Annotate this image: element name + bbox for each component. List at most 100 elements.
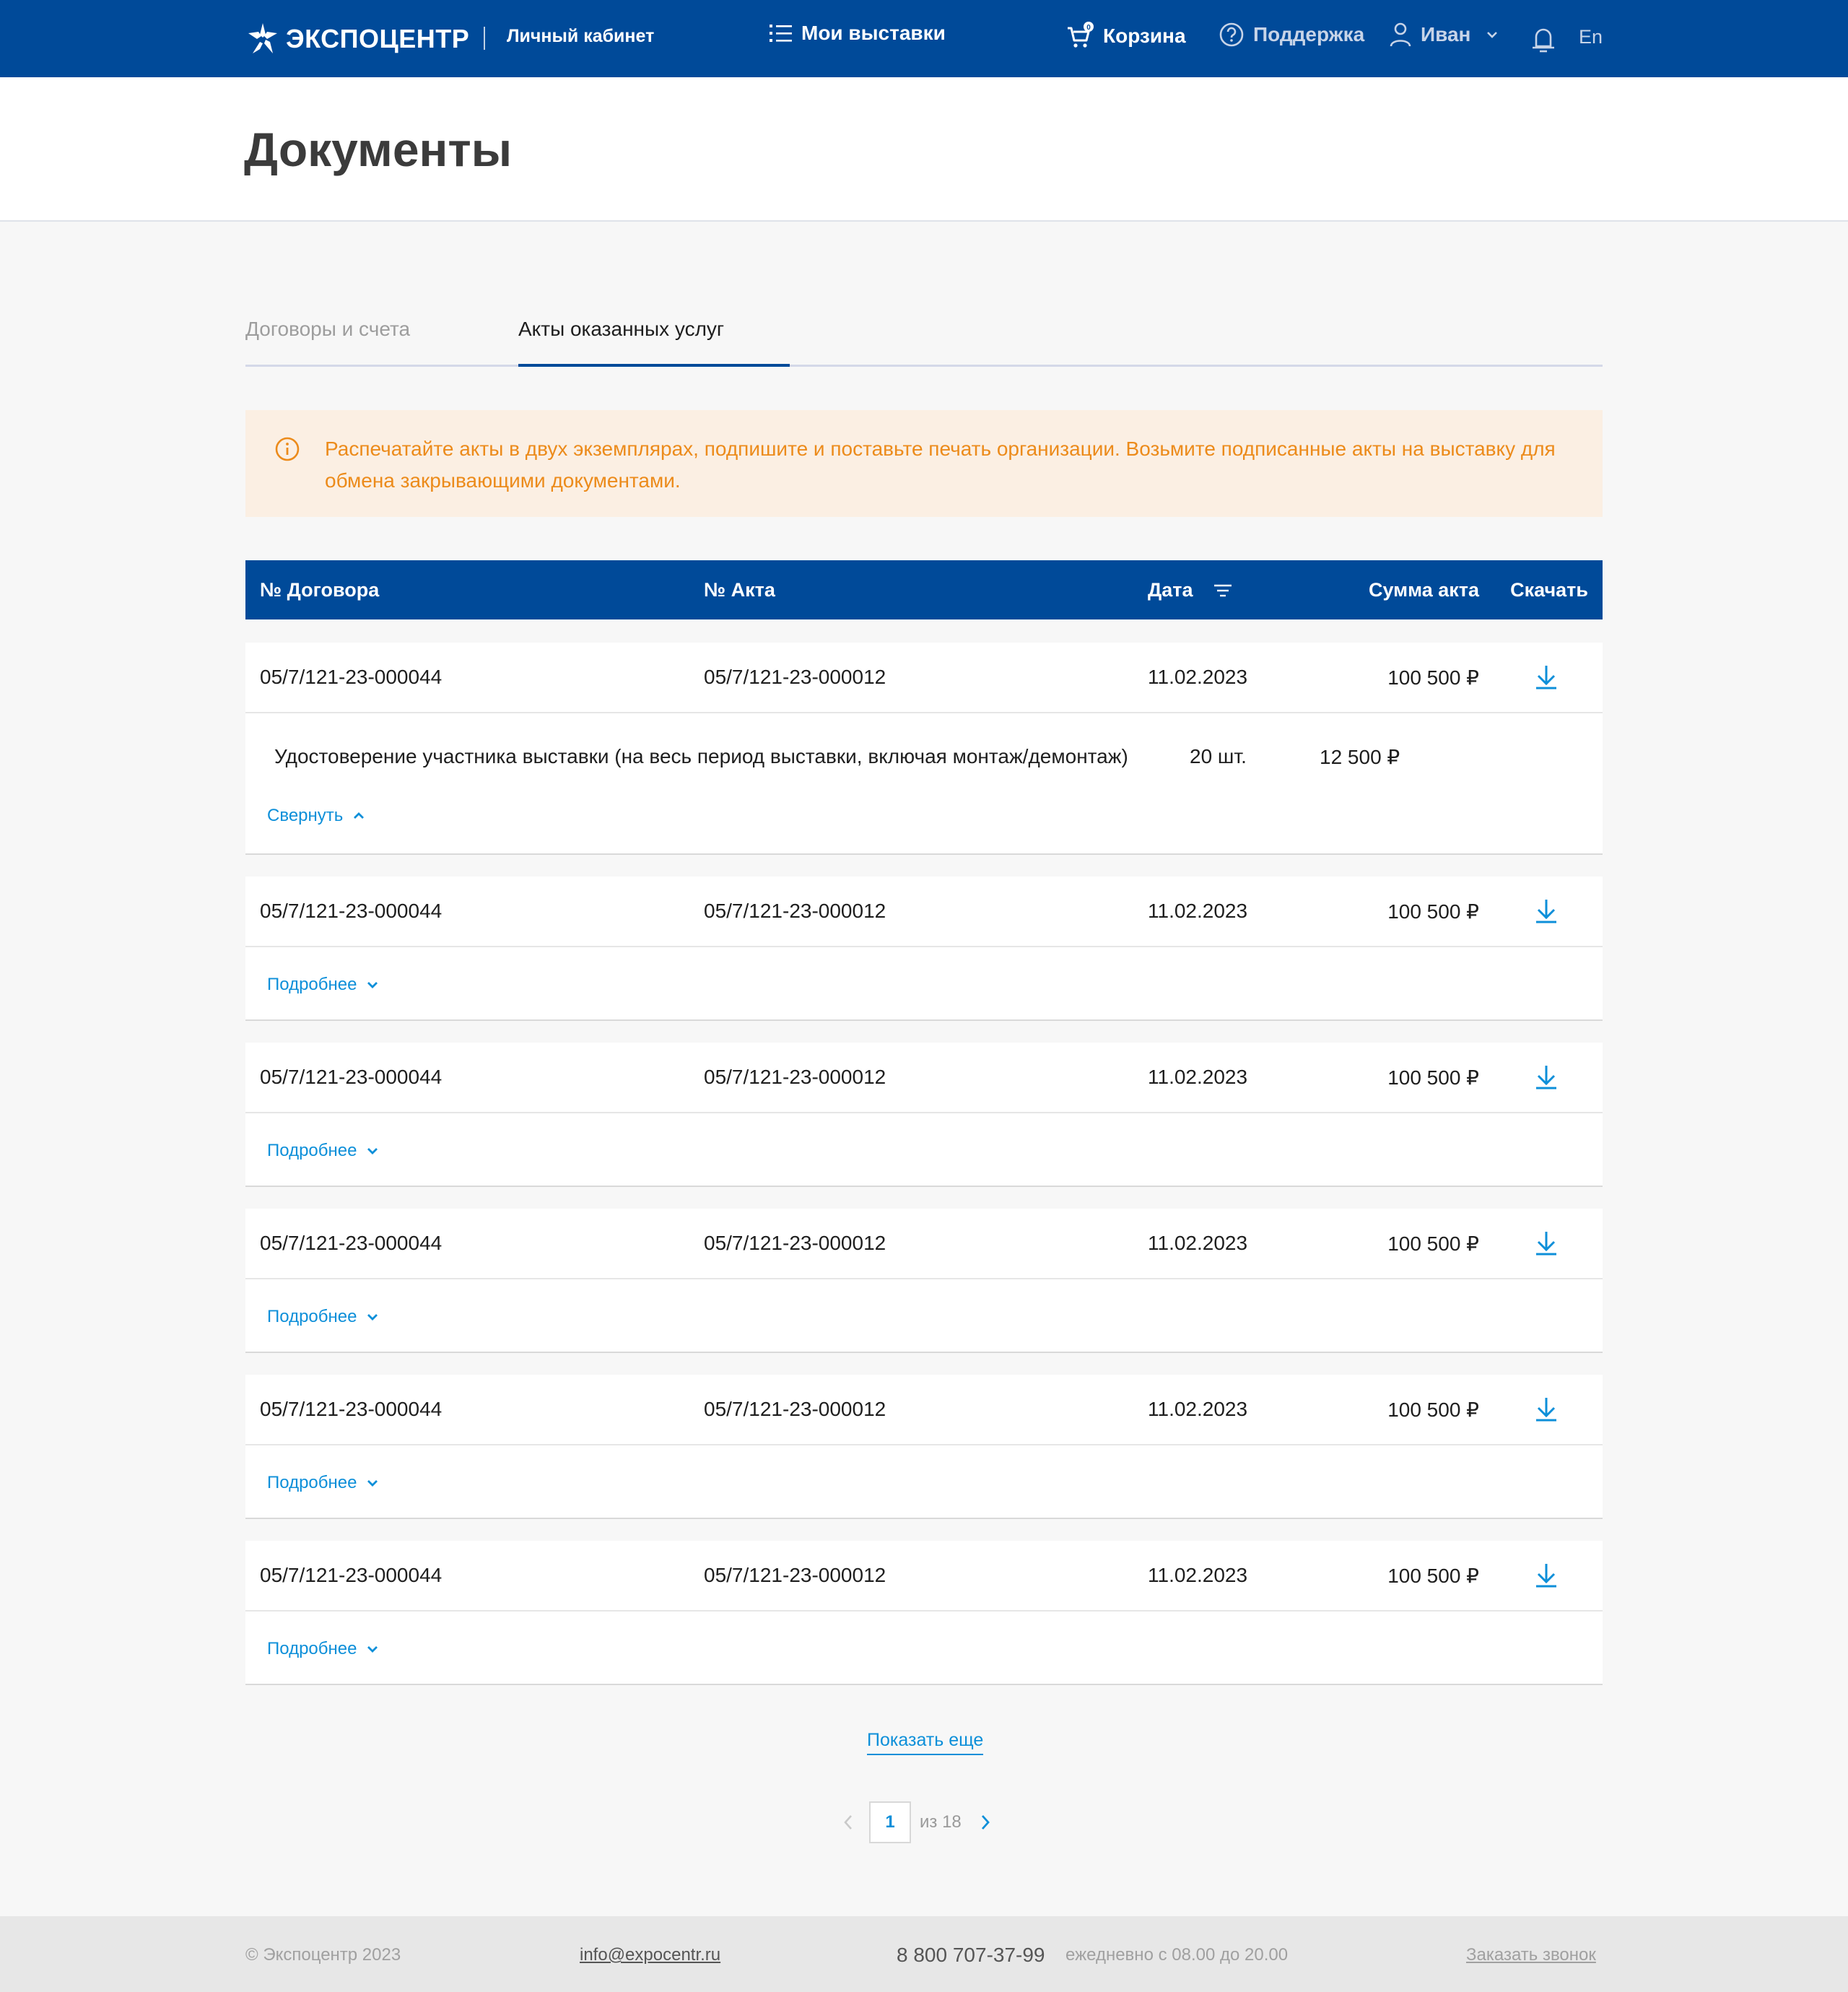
chevron-down-icon: [367, 1646, 378, 1653]
notice-text: Распечатайте акты в двух экземплярах, по…: [325, 438, 1556, 492]
download-icon[interactable]: [1535, 664, 1558, 690]
chevron-left-icon[interactable]: [843, 1814, 853, 1830]
nav-my-exhibitions[interactable]: Мои выставки: [770, 22, 946, 45]
act-date: 11.02.2023: [1148, 1564, 1248, 1586]
active-tab-indicator: [518, 364, 790, 367]
brand-name: ЭКСПОЦЕНТР: [286, 24, 470, 53]
contract-number: 05/7/121-23-000044: [260, 900, 443, 922]
question-circle-icon: [1219, 22, 1244, 47]
act-number: 05/7/121-23-000012: [704, 1398, 886, 1420]
notifications-button[interactable]: [1530, 25, 1556, 57]
row-summary: 05/7/121-23-000044 05/7/121-23-000012 11…: [245, 643, 1603, 713]
service-name: Удостоверение участника выставки (на вес…: [274, 745, 1128, 767]
expand-toggle[interactable]: Подробнее: [267, 1141, 378, 1161]
contract-number: 05/7/121-23-000044: [260, 1232, 443, 1254]
act-sum: 100 500 ₽: [1387, 1232, 1479, 1255]
header-act: № Акта: [704, 579, 775, 601]
row-summary: 05/7/121-23-000044 05/7/121-23-000012 11…: [245, 1209, 1603, 1279]
contract-number: 05/7/121-23-000044: [260, 666, 443, 688]
header-contract: № Договора: [260, 579, 380, 601]
act-sum: 100 500 ₽: [1387, 1399, 1479, 1421]
sort-filter-icon[interactable]: [1213, 583, 1232, 598]
nav-my-exhibitions-label: Мои выставки: [801, 22, 946, 44]
download-icon[interactable]: [1535, 1396, 1558, 1422]
phone-number[interactable]: 8 800 707-37-99: [897, 1944, 1045, 1967]
nav-support-label: Поддержка: [1253, 23, 1365, 45]
row-summary: 05/7/121-23-000044 05/7/121-23-000012 11…: [245, 877, 1603, 947]
expand-label: Подробнее: [267, 1307, 357, 1326]
table-row: 05/7/121-23-000044 05/7/121-23-000012 11…: [245, 1541, 1603, 1685]
row-detail: Удостоверение участника выставки (на вес…: [245, 713, 1603, 853]
row-summary: 05/7/121-23-000044 05/7/121-23-000012 11…: [245, 1375, 1603, 1445]
nav-user-menu[interactable]: Иван: [1389, 22, 1507, 48]
copyright: © Экспоцентр 2023: [245, 1945, 401, 1965]
footer: © Экспоцентр 2023 info@expocentr.ru 8 80…: [0, 1916, 1848, 1992]
cart-icon: 0: [1068, 22, 1094, 48]
act-date: 11.02.2023: [1148, 666, 1248, 688]
download-icon[interactable]: [1535, 1230, 1558, 1256]
email-link[interactable]: info@expocentr.ru: [580, 1945, 720, 1965]
expand-toggle[interactable]: Подробнее: [267, 975, 378, 995]
act-date: 11.02.2023: [1148, 900, 1248, 922]
row-summary: 05/7/121-23-000044 05/7/121-23-000012 11…: [245, 1541, 1603, 1612]
header-date-label: Дата: [1148, 579, 1193, 601]
contract-number: 05/7/121-23-000044: [260, 1564, 443, 1586]
header-download: Скачать: [1510, 579, 1588, 601]
tab-contracts-invoices[interactable]: Договоры и счета: [245, 318, 410, 341]
pagination: 1 из 18: [843, 1801, 990, 1844]
collapse-label: Свернуть: [267, 806, 344, 825]
act-number: 05/7/121-23-000012: [704, 900, 886, 922]
table-header: № Договора № Акта Дата Сумма акта Скачат…: [245, 560, 1603, 619]
chevron-down-icon: [367, 982, 378, 988]
user-name: Иван: [1421, 23, 1471, 45]
act-sum: 100 500 ₽: [1387, 900, 1479, 923]
download-icon[interactable]: [1535, 1562, 1558, 1588]
expand-toggle[interactable]: Подробнее: [267, 1639, 378, 1659]
table-row: 05/7/121-23-000044 05/7/121-23-000012 11…: [245, 643, 1603, 855]
act-date: 11.02.2023: [1148, 1398, 1248, 1420]
title-section: Документы: [0, 77, 1848, 222]
table-row: 05/7/121-23-000044 05/7/121-23-000012 11…: [245, 877, 1603, 1021]
nav-cart[interactable]: 0 Корзина: [1065, 22, 1186, 51]
cabinet-label: Личный кабинет: [507, 26, 655, 46]
request-callback-link[interactable]: Заказать звонок: [1466, 1945, 1596, 1965]
page-count: из 18: [920, 1812, 962, 1832]
header-sum: Сумма акта: [1368, 579, 1479, 601]
logo[interactable]: ЭКСПОЦЕНТР: [245, 19, 469, 59]
expocentre-logo-icon: [248, 23, 277, 53]
act-date: 11.02.2023: [1148, 1232, 1248, 1254]
expand-label: Подробнее: [267, 1141, 357, 1160]
nav-support[interactable]: Поддержка: [1219, 22, 1364, 48]
show-more-link[interactable]: Показать еще: [867, 1730, 984, 1755]
download-icon[interactable]: [1535, 898, 1558, 924]
contract-number: 05/7/121-23-000044: [260, 1066, 443, 1088]
header-date[interactable]: Дата: [1148, 579, 1232, 601]
language-switch[interactable]: En: [1579, 26, 1603, 48]
chevron-right-icon[interactable]: [980, 1814, 990, 1830]
working-hours: ежедневно с 08.00 до 20.00: [1065, 1945, 1289, 1965]
contract-number: 05/7/121-23-000044: [260, 1398, 443, 1420]
table-row: 05/7/121-23-000044 05/7/121-23-000012 11…: [245, 1043, 1603, 1187]
chevron-down-icon: [367, 1314, 378, 1321]
info-icon: [275, 437, 300, 461]
current-page-input[interactable]: 1: [869, 1801, 911, 1843]
nav-cart-label: Корзина: [1103, 25, 1186, 47]
service-price: 12 500 ₽: [1320, 746, 1400, 768]
expand-label: Подробнее: [267, 1473, 357, 1492]
act-number: 05/7/121-23-000012: [704, 1232, 886, 1254]
act-number: 05/7/121-23-000012: [704, 1066, 886, 1088]
expand-label: Подробнее: [267, 975, 357, 994]
act-sum: 100 500 ₽: [1387, 1565, 1479, 1587]
service-quantity: 20 шт.: [1190, 745, 1247, 767]
table-row: 05/7/121-23-000044 05/7/121-23-000012 11…: [245, 1209, 1603, 1353]
chevron-down-icon: [367, 1148, 378, 1154]
chevron-down-icon: [367, 1480, 378, 1487]
expand-toggle[interactable]: Подробнее: [267, 1307, 378, 1327]
download-icon[interactable]: [1535, 1064, 1558, 1090]
expand-toggle[interactable]: Подробнее: [267, 1473, 378, 1493]
bell-icon: [1533, 28, 1554, 53]
collapse-toggle[interactable]: Свернуть: [267, 806, 365, 826]
expand-label: Подробнее: [267, 1639, 357, 1658]
logo-divider: [484, 27, 485, 50]
tab-service-acts[interactable]: Акты оказанных услуг: [518, 318, 724, 341]
